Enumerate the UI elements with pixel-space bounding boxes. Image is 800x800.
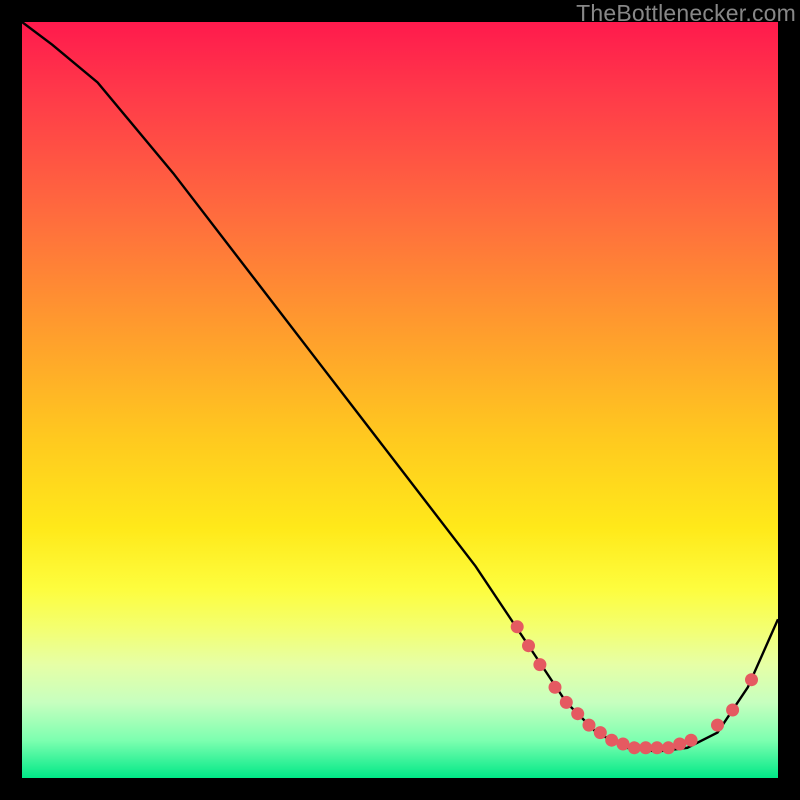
data-point: [711, 719, 724, 732]
data-point: [639, 741, 652, 754]
curve-layer: [22, 22, 778, 778]
data-point: [594, 726, 607, 739]
data-point: [726, 704, 739, 717]
data-point: [685, 734, 698, 747]
data-point: [560, 696, 573, 709]
bottleneck-curve: [22, 22, 778, 752]
data-point: [662, 741, 675, 754]
data-point: [605, 734, 618, 747]
data-point: [745, 673, 758, 686]
chart-stage: TheBottlenecker.com: [0, 0, 800, 800]
data-point: [549, 681, 562, 694]
data-point: [583, 719, 596, 732]
plot-area: [22, 22, 778, 778]
data-point: [511, 620, 524, 633]
data-point: [617, 738, 630, 751]
data-point: [533, 658, 546, 671]
data-point: [571, 707, 584, 720]
watermark-text: TheBottlenecker.com: [576, 0, 796, 27]
data-point: [522, 639, 535, 652]
data-point: [651, 741, 664, 754]
data-point: [673, 738, 686, 751]
data-point: [628, 741, 641, 754]
marker-group: [511, 620, 758, 754]
